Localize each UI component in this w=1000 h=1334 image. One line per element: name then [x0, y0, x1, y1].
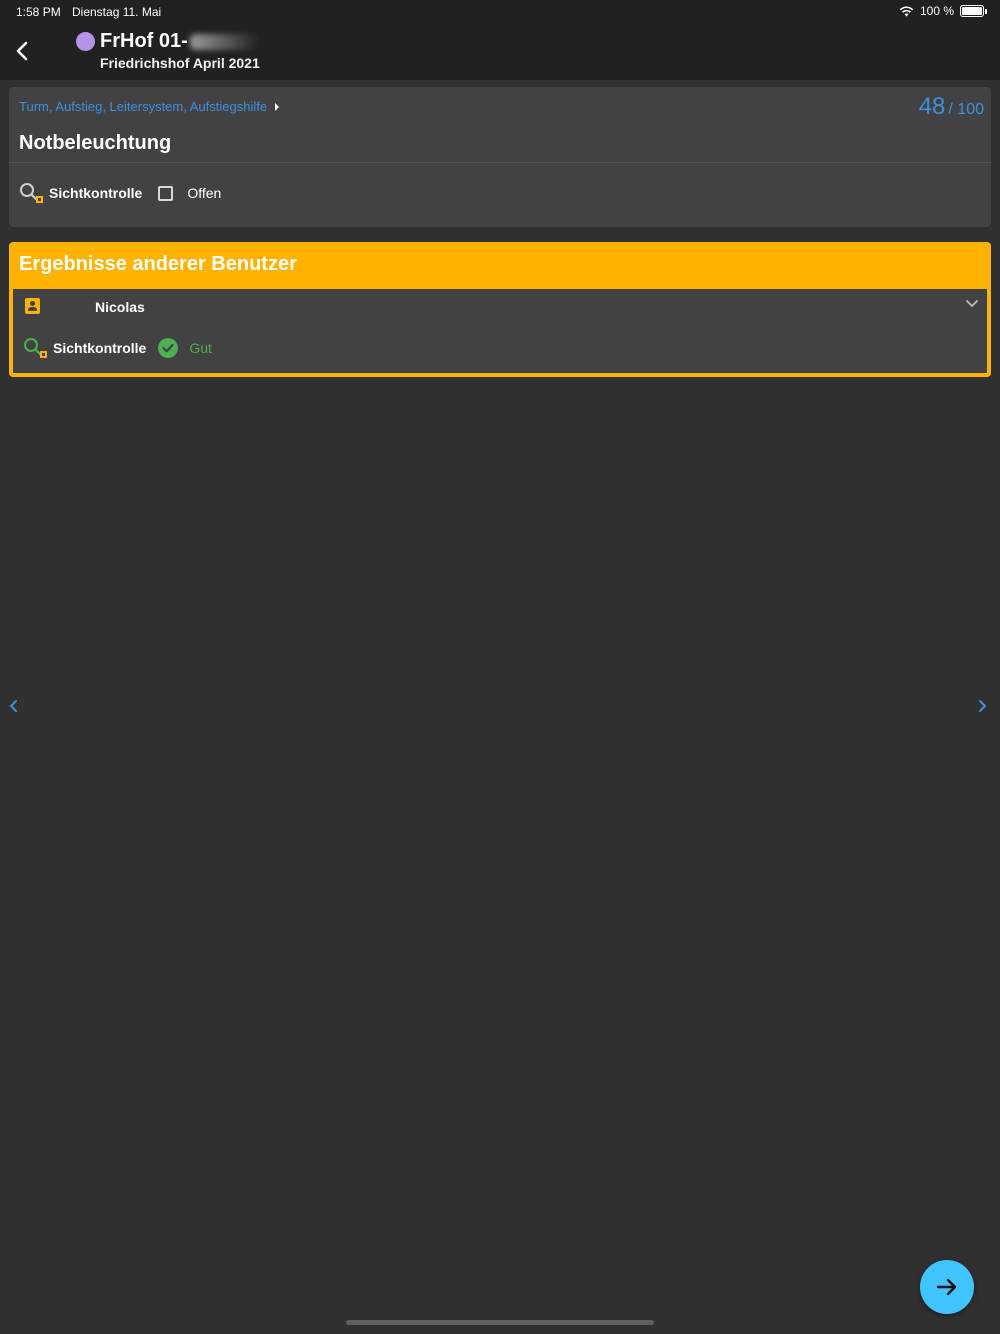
result-row: Sichtkontrolle Gut — [23, 337, 212, 359]
breadcrumb-text: Turm, Aufstieg, Leitersystem, Aufstiegsh… — [19, 99, 268, 114]
check-circle-icon — [158, 338, 179, 358]
progress-separator: / — [948, 101, 953, 118]
chevron-down-icon — [966, 300, 978, 308]
other-users-heading: Ergebnisse anderer Benutzer — [19, 253, 297, 275]
page-title: FrHof 01- — [100, 30, 260, 53]
checklist-item-card: Turm, Aufstieg, Leitersystem, Aufstiegsh… — [9, 87, 991, 227]
check-row: Sichtkontrolle Offen — [19, 182, 221, 204]
caret-right-icon — [275, 102, 280, 111]
status-right: 100 % — [899, 4, 987, 18]
magnifier-lock-icon — [20, 183, 43, 203]
page-title-text: FrHof 01- — [100, 30, 188, 52]
progress-counter: 48/ 100 — [919, 93, 984, 121]
project-color-dot — [76, 32, 95, 51]
other-users-results-panel: Ergebnisse anderer Benutzer Nicolas Sich… — [9, 242, 991, 377]
check-label: Sichtkontrolle — [49, 185, 143, 201]
chevron-left-icon — [9, 700, 17, 712]
battery-icon — [960, 5, 987, 17]
breadcrumb[interactable]: Turm, Aufstieg, Leitersystem, Aufstiegsh… — [19, 99, 280, 114]
chevron-right-icon — [979, 700, 987, 712]
arrow-right-icon — [936, 1278, 957, 1296]
next-item-button[interactable] — [976, 697, 990, 715]
magnifier-lock-icon — [24, 338, 47, 358]
back-arrow-icon — [16, 41, 28, 61]
account-box-icon — [25, 298, 40, 314]
next-fab-button[interactable] — [920, 1260, 974, 1314]
redacted-title-part — [189, 33, 260, 50]
back-button[interactable] — [10, 36, 36, 66]
wifi-icon — [899, 6, 914, 17]
result-value: Gut — [189, 340, 212, 356]
result-label: Sichtkontrolle — [53, 340, 147, 356]
progress-current: 48 — [918, 93, 946, 120]
open-checkbox[interactable] — [158, 185, 174, 201]
user-expand-row[interactable]: Nicolas — [13, 289, 987, 325]
status-date: Dienstag 11. Mai — [72, 5, 162, 19]
item-title: Notbeleuchtung — [19, 132, 172, 154]
home-indicator — [346, 1320, 654, 1325]
status-bar: 1:58 PM Dienstag 11. Mai 100 % — [0, 0, 1000, 24]
divider — [9, 162, 991, 163]
status-time: 1:58 PM — [16, 5, 61, 19]
progress-total: 100 — [957, 101, 984, 118]
user-name: Nicolas — [95, 299, 145, 315]
check-status: Offen — [187, 185, 222, 201]
page-subtitle: Friedrichshof April 2021 — [100, 55, 260, 71]
app-bar: FrHof 01- Friedrichshof April 2021 — [0, 24, 1000, 80]
previous-item-button[interactable] — [6, 697, 20, 715]
user-result-block: Nicolas Sichtkontrolle Gut — [13, 289, 987, 373]
battery-percent: 100 % — [919, 4, 954, 18]
